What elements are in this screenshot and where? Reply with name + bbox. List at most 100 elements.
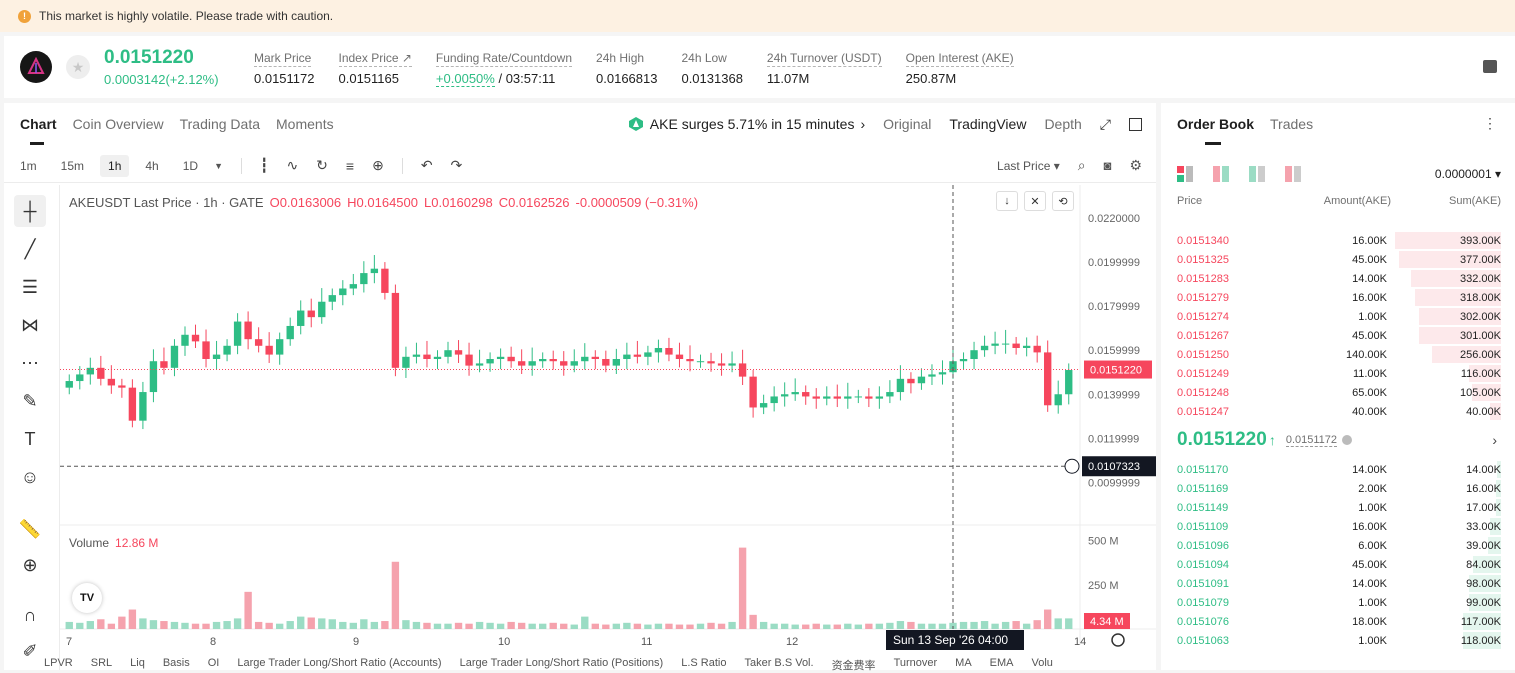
bid-row[interactable]: 0.0151109 16.00K 33.00K [1177, 517, 1501, 536]
reset-chart-icon[interactable]: ⟲ [1052, 191, 1074, 211]
volume-bar [1065, 618, 1073, 629]
split-view-icon[interactable] [1213, 166, 1229, 182]
ask-row[interactable]: 0.0151274 1.00K 302.00K [1177, 307, 1501, 326]
fullscreen-icon[interactable] [1129, 117, 1142, 131]
tab-chart[interactable]: Chart [20, 103, 57, 145]
chart-canvas[interactable]: 0.0220000 0.0199999 0.0179999 0.0159999 0.01… [60, 185, 1156, 670]
settings-gear-icon[interactable]: ⚙ [1129, 157, 1142, 174]
bid-row[interactable]: 0.0151094 45.00K 84.00K [1177, 555, 1501, 574]
search-icon[interactable]: ⌕ [1078, 157, 1086, 174]
ask-row[interactable]: 0.0151247 40.00K 40.00K [1177, 402, 1501, 421]
chevron-right-icon[interactable]: › [1492, 432, 1497, 448]
ask-row[interactable]: 0.0151279 16.00K 318.00K [1177, 288, 1501, 307]
templates-icon[interactable]: ≡ [346, 158, 354, 174]
pattern-tool-icon[interactable]: ⋈ [14, 309, 46, 341]
indicators-icon[interactable]: ∿ [286, 157, 298, 174]
high-value: H0.0164500 [347, 195, 418, 210]
timeframe-1d[interactable]: 1D [175, 155, 206, 177]
redo-icon[interactable]: ↷ [451, 157, 463, 174]
bid-row[interactable]: 0.0151063 1.00K 118.00K [1177, 631, 1501, 650]
zoom-tool-icon[interactable]: ⊕ [14, 549, 46, 581]
indicator-volume[interactable]: Volu [1032, 657, 1053, 673]
timeframe-1h[interactable]: 1h [100, 154, 130, 177]
indicator-turnover[interactable]: Turnover [894, 657, 938, 673]
precision-select[interactable]: 0.0000001 ▾ [1435, 167, 1501, 181]
ask-row[interactable]: 0.0151250 140.00K 256.00K [1177, 345, 1501, 364]
replay-icon[interactable]: ↻ [316, 157, 328, 174]
collapse-icon[interactable]: ✕ [1024, 191, 1046, 211]
indicator-oi[interactable]: OI [208, 657, 220, 673]
indicator-ma[interactable]: MA [955, 657, 972, 673]
ask-row[interactable]: 0.0151283 14.00K 332.00K [1177, 269, 1501, 288]
ask-amount: 16.00K [1352, 234, 1387, 247]
indicator-ltlsr-positions[interactable]: Large Trader Long/Short Ratio (Positions… [460, 657, 664, 673]
fib-tool-icon[interactable]: ☰ [14, 271, 46, 303]
chevron-right-icon: › [860, 116, 866, 132]
volume-bar [212, 621, 221, 629]
timeframe-4h[interactable]: 4h [137, 155, 166, 177]
book-icon[interactable] [1483, 60, 1497, 73]
ask-row[interactable]: 0.0151267 45.00K 301.00K [1177, 326, 1501, 345]
timeframe-1m[interactable]: 1m [12, 155, 45, 177]
ask-row[interactable]: 0.0151340 16.00K 393.00K [1177, 231, 1501, 250]
scroll-down-icon[interactable]: ↓ [996, 191, 1018, 211]
indicator-liq[interactable]: Liq [130, 657, 145, 673]
ask-row[interactable]: 0.0151248 65.00K 105.00K [1177, 383, 1501, 402]
candle-body [665, 347, 673, 355]
crosshair-tool-icon[interactable]: ┼ [14, 195, 46, 227]
volume-bar [444, 623, 452, 629]
magnet-tool-icon[interactable]: ∩ [14, 599, 46, 631]
surge-alert[interactable]: AKE surges 5.71% in 15 minutes › [628, 116, 865, 132]
favorite-star-icon[interactable]: ★ [66, 55, 90, 79]
both-sides-view-icon[interactable] [1177, 166, 1193, 182]
indicator-funding-rate[interactable]: 资金费率 [832, 657, 876, 673]
ask-row[interactable]: 0.0151249 11.00K 116.00K [1177, 364, 1501, 383]
indicator-srl[interactable]: SRL [91, 657, 112, 673]
timeframe-15m[interactable]: 15m [53, 155, 92, 177]
add-alert-icon[interactable]: ⊕ [372, 157, 384, 174]
price-type-select[interactable]: Last Price ▾ [997, 159, 1060, 173]
camera-icon[interactable]: ◙ [1104, 158, 1112, 173]
pencil-lock-icon[interactable]: ✐ [14, 635, 46, 667]
text-tool-icon[interactable]: T [14, 423, 46, 455]
tab-trades[interactable]: Trades [1270, 103, 1313, 145]
ruler-tool-icon[interactable]: 📏 [14, 513, 46, 545]
price-chart[interactable]: 0.0220000 0.0199999 0.0179999 0.0159999 0.01… [60, 185, 1156, 670]
candle-body [549, 359, 557, 362]
tab-order-book[interactable]: Order Book [1177, 103, 1254, 145]
tab-moments[interactable]: Moments [276, 103, 334, 145]
bid-row[interactable]: 0.0151149 1.00K 17.00K [1177, 498, 1501, 517]
bid-row[interactable]: 0.0151096 6.00K 39.00K [1177, 536, 1501, 555]
emoji-tool-icon[interactable]: ☺ [14, 461, 46, 493]
indicator-ema[interactable]: EMA [990, 657, 1014, 673]
trendline-tool-icon[interactable]: ╱ [14, 233, 46, 265]
more-options-icon[interactable]: ⋮ [1483, 115, 1497, 132]
projection-tool-icon[interactable]: ⋯ [14, 347, 46, 379]
candle-type-icon[interactable]: ┇ [260, 157, 268, 174]
view-original[interactable]: Original [883, 116, 931, 132]
indicator-ls-ratio[interactable]: L.S Ratio [681, 657, 726, 673]
bid-row[interactable]: 0.0151170 14.00K 14.00K [1177, 460, 1501, 479]
tab-trading-data[interactable]: Trading Data [180, 103, 260, 145]
bids-only-icon[interactable] [1249, 166, 1265, 182]
view-depth[interactable]: Depth [1044, 116, 1081, 132]
undo-icon[interactable]: ↶ [421, 157, 433, 174]
indicator-ltlsr-accounts[interactable]: Large Trader Long/Short Ratio (Accounts) [237, 657, 441, 673]
bid-price: 0.0151063 [1177, 634, 1229, 647]
stat-index-price[interactable]: Index Price ↗ 0.0151165 [338, 49, 436, 86]
timeframe-dropdown-icon[interactable]: ▼ [214, 161, 223, 171]
expand-icon[interactable]: ⤢ [1100, 116, 1111, 133]
asks-only-icon[interactable] [1285, 166, 1301, 182]
indicator-taker-vol[interactable]: Taker B.S Vol. [744, 657, 813, 673]
indicator-lpvr[interactable]: LPVR [44, 657, 73, 673]
brush-tool-icon[interactable]: ✎ [14, 385, 46, 417]
bid-row[interactable]: 0.0151091 14.00K 98.00K [1177, 574, 1501, 593]
bid-row[interactable]: 0.0151169 2.00K 16.00K [1177, 479, 1501, 498]
bid-row[interactable]: 0.0151076 18.00K 117.00K [1177, 612, 1501, 631]
tab-coin-overview[interactable]: Coin Overview [73, 103, 164, 145]
bid-row[interactable]: 0.0151079 1.00K 99.00K [1177, 593, 1501, 612]
indicator-basis[interactable]: Basis [163, 657, 190, 673]
ask-row[interactable]: 0.0151325 45.00K 377.00K [1177, 250, 1501, 269]
view-tradingview[interactable]: TradingView [949, 116, 1026, 132]
candle-body [1033, 345, 1041, 353]
